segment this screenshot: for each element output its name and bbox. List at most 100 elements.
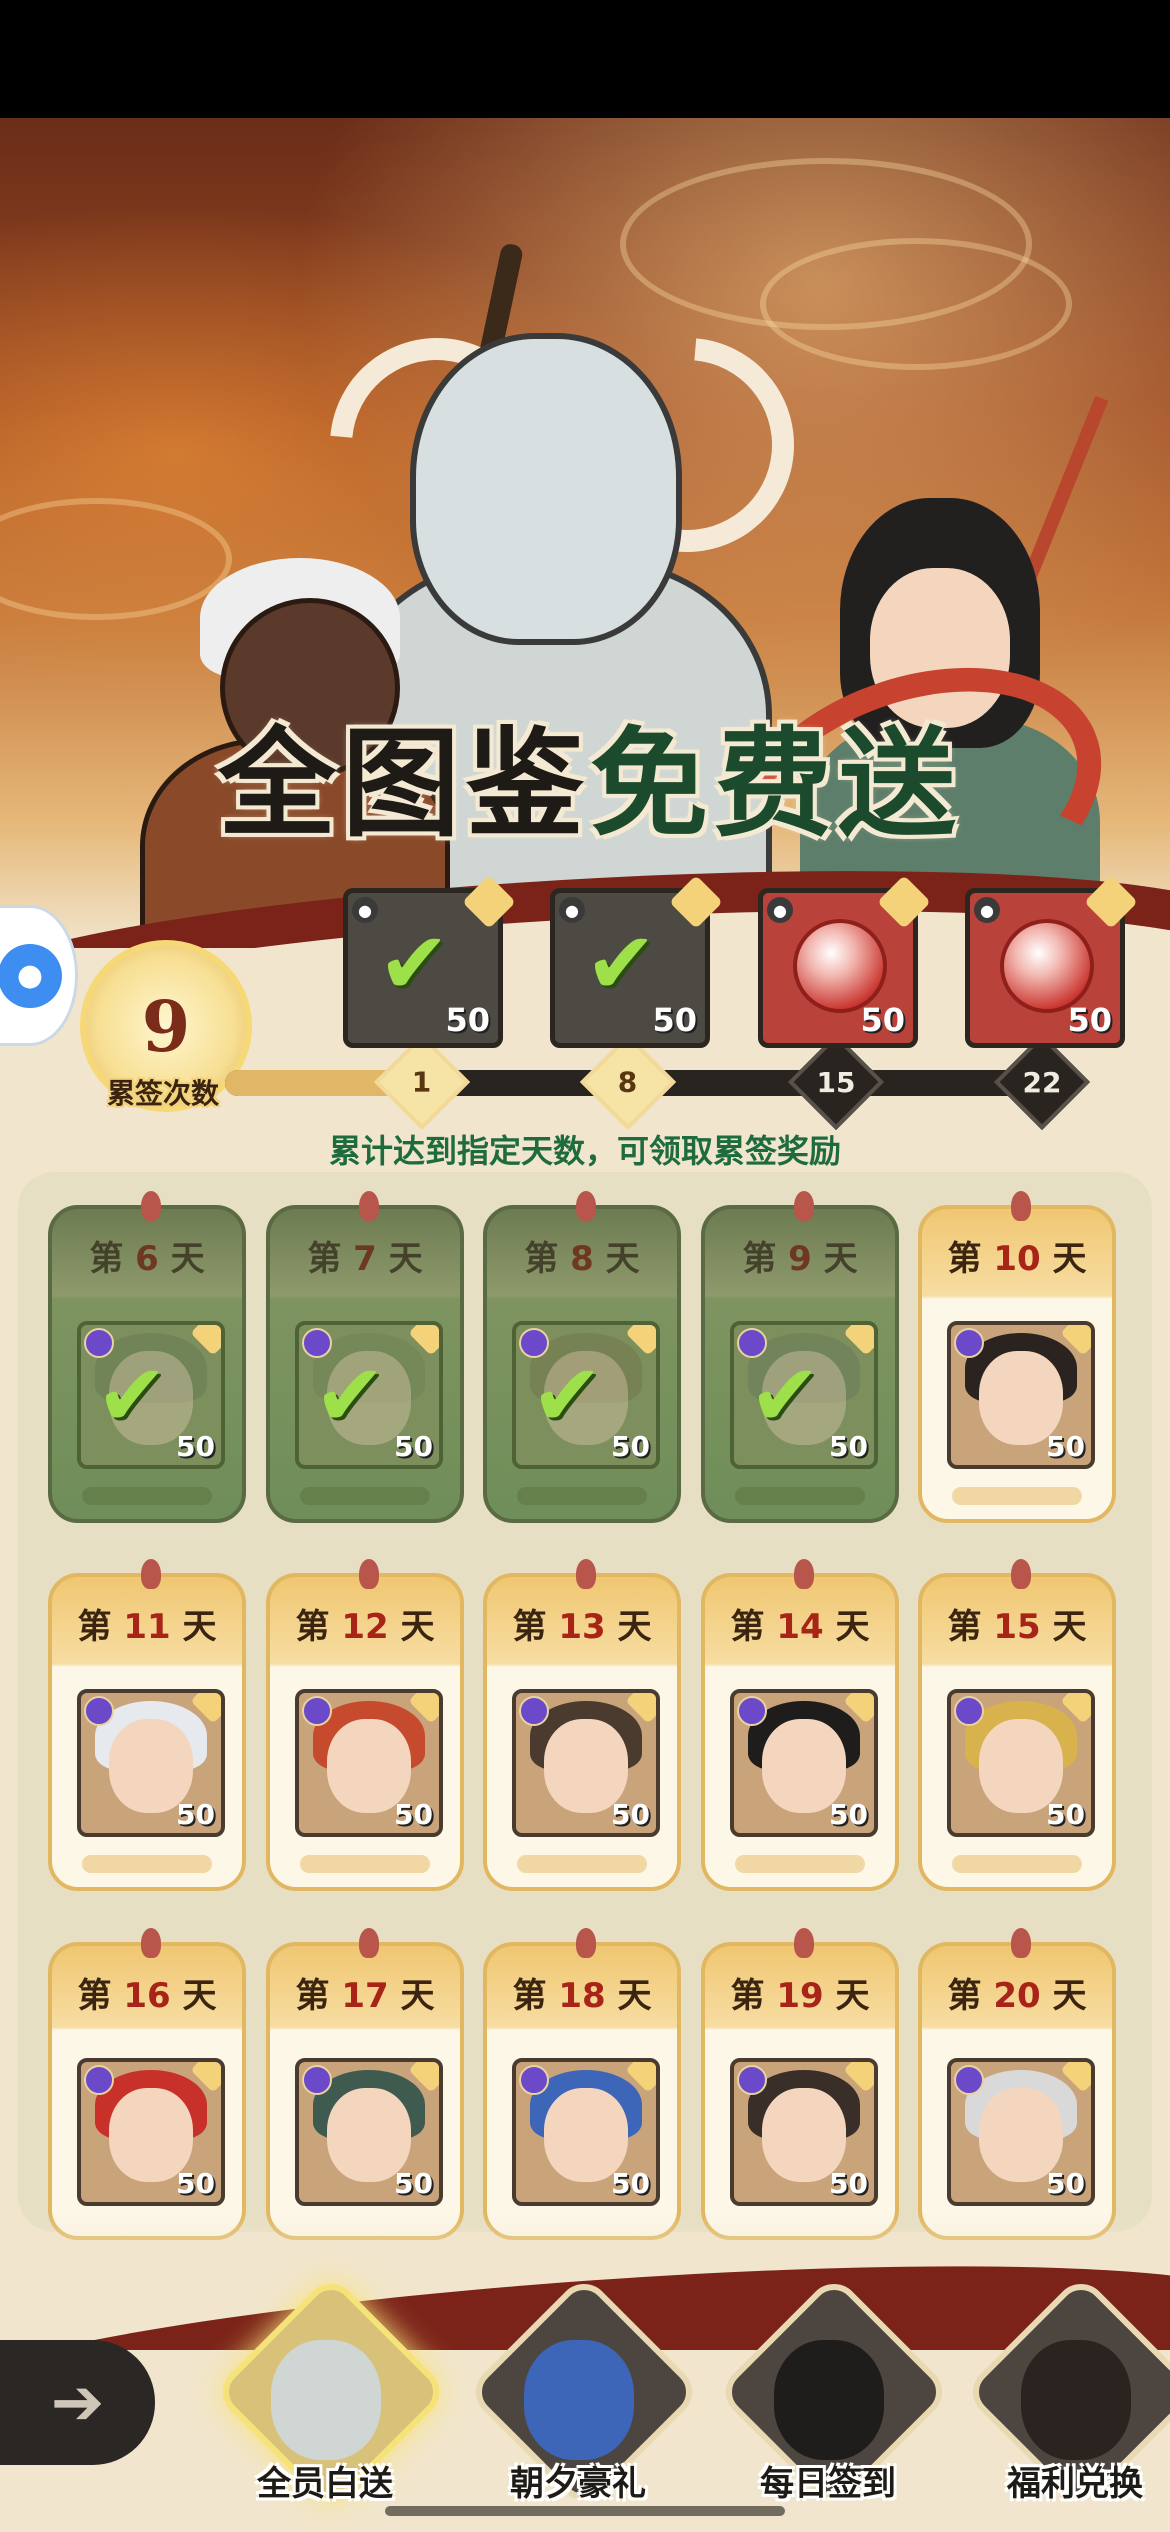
nav-tab-label: 全员白送 [257, 2464, 393, 2504]
day-card-7[interactable]: 第 7 天 50 ✔ [266, 1191, 464, 1523]
nav-tab-2[interactable]: 朝夕豪礼 [465, 2273, 703, 2530]
checkmark-icon: ✔ [314, 1346, 387, 1446]
day-card-12[interactable]: 第 12 天 50 [266, 1559, 464, 1891]
day-card-9[interactable]: 第 9 天 50 ✔ [701, 1191, 899, 1523]
checkmark-icon: ✔ [585, 914, 658, 1014]
day-suffix: 天 [182, 1976, 217, 2016]
nav-tab-portrait [271, 2340, 381, 2460]
quality-icon [519, 2065, 549, 2095]
day-prefix: 第 [947, 1239, 982, 1279]
day-card-20[interactable]: 第 20 天 50 [918, 1928, 1116, 2240]
checkmark-icon: ✔ [749, 1346, 822, 1446]
pin-decor [1011, 1928, 1031, 1958]
day-number: 18 [558, 1976, 606, 2016]
reward-amount: 50 [860, 1001, 905, 1039]
milestone-1: 1 [373, 1033, 471, 1131]
reward-orb-icon [793, 919, 887, 1013]
banner-title-part1: 全图鉴 [217, 714, 590, 853]
day-card-11[interactable]: 第 11 天 50 [48, 1559, 246, 1891]
day-card-19[interactable]: 第 19 天 50 [701, 1928, 899, 2240]
card-footer-decor [82, 1487, 212, 1505]
day-label: 第 17 天 [270, 1968, 460, 2017]
reward-amount: 50 [445, 1001, 490, 1039]
pin-decor [576, 1559, 596, 1589]
day-card-10[interactable]: 第 10 天 50 [918, 1191, 1116, 1523]
hero-portrait: 50 [512, 1689, 660, 1837]
day-card-14[interactable]: 第 14 天 50 [701, 1559, 899, 1891]
quality-icon: ● [352, 897, 378, 923]
pin-decor [1011, 1559, 1031, 1589]
nav-tab-1[interactable]: 全员白送 [212, 2273, 450, 2530]
quality-icon [302, 1696, 332, 1726]
checkmark-icon: ✔ [96, 1346, 169, 1446]
hero-portrait: 50 [947, 1689, 1095, 1837]
nav-tab-4[interactable]: 福利兑换 [962, 2273, 1170, 2530]
cumulative-reward-8[interactable]: ● ✔ 50 [550, 875, 723, 1048]
arrow-left-icon: ➔ [50, 2365, 105, 2440]
quality-icon: ● [767, 897, 793, 923]
day-card-13[interactable]: 第 13 天 50 [483, 1559, 681, 1891]
day-card-6[interactable]: 第 6 天 50 ✔ [48, 1191, 246, 1523]
milestone-day-label: 8 [618, 1065, 638, 1099]
day-number: 15 [993, 1607, 1041, 1647]
card-footer-decor [300, 1487, 430, 1505]
day-prefix: 第 [742, 1239, 777, 1279]
day-prefix: 第 [512, 1607, 547, 1647]
reward-amount: 50 [394, 1798, 433, 1831]
milestone-22: 22 [993, 1033, 1091, 1131]
day-suffix: 天 [182, 1607, 217, 1647]
day-label: 第 8 天 [487, 1231, 677, 1280]
day-number: 13 [558, 1607, 606, 1647]
reward-amount: 50 [176, 1798, 215, 1831]
pin-decor [576, 1928, 596, 1958]
day-number: 7 [353, 1239, 377, 1279]
nav-tab-3[interactable]: 每日签到 [715, 2273, 953, 2530]
day-suffix: 天 [1052, 1239, 1087, 1279]
day-number: 16 [123, 1976, 171, 2016]
quality-icon [84, 1696, 114, 1726]
gamepad-icon: ● [0, 943, 62, 1008]
quality-icon [519, 1696, 549, 1726]
cumulative-reward-22[interactable]: ● 50 [965, 875, 1138, 1048]
day-prefix: 第 [295, 1976, 330, 2016]
day-card-17[interactable]: 第 17 天 50 [266, 1928, 464, 2240]
milestone-8: 8 [579, 1033, 677, 1131]
pin-decor [576, 1191, 596, 1221]
day-number: 19 [776, 1976, 824, 2016]
reward-amount: 50 [394, 2167, 433, 2200]
day-suffix: 天 [400, 1607, 435, 1647]
day-number: 11 [123, 1607, 171, 1647]
day-label: 第 9 天 [705, 1231, 895, 1280]
elephant-hero-head [410, 333, 682, 645]
cumulative-hint-text: 累计达到指定天数，可领取累签奖励 [328, 1132, 841, 1170]
reward-amount: 50 [1046, 1798, 1085, 1831]
nav-tab-label: 福利兑换 [1007, 2464, 1143, 2504]
card-footer-decor [735, 1855, 865, 1873]
cumulative-reward-1[interactable]: ● ✔ 50 [343, 875, 516, 1048]
banner-title-part2: 免费送 [590, 714, 963, 853]
day-card-8[interactable]: 第 8 天 50 ✔ [483, 1191, 681, 1523]
reward-amount: 50 [611, 2167, 650, 2200]
day-suffix: 天 [835, 1607, 870, 1647]
reward-amount: 50 [1046, 2167, 1085, 2200]
day-number: 14 [776, 1607, 824, 1647]
day-card-16[interactable]: 第 16 天 50 [48, 1928, 246, 2240]
day-number: 17 [341, 1976, 389, 2016]
pin-decor [141, 1191, 161, 1221]
day-suffix: 天 [823, 1239, 858, 1279]
hero-portrait: 50 [295, 2058, 443, 2206]
day-card-15[interactable]: 第 15 天 50 [918, 1559, 1116, 1891]
quality-icon: ● [559, 897, 585, 923]
day-prefix: 第 [307, 1239, 342, 1279]
quality-icon: ● [974, 897, 1000, 923]
day-label: 第 13 天 [487, 1599, 677, 1648]
checkmark-icon: ✔ [531, 1346, 604, 1446]
day-label: 第 6 天 [52, 1231, 242, 1280]
day-suffix: 天 [835, 1976, 870, 2016]
pin-decor [794, 1559, 814, 1589]
back-button[interactable]: ➔ [0, 2340, 155, 2465]
reward-amount: 50 [1067, 1001, 1112, 1039]
cumulative-reward-15[interactable]: ● 50 [758, 875, 931, 1048]
reward-amount: 50 [611, 1798, 650, 1831]
day-card-18[interactable]: 第 18 天 50 [483, 1928, 681, 2240]
